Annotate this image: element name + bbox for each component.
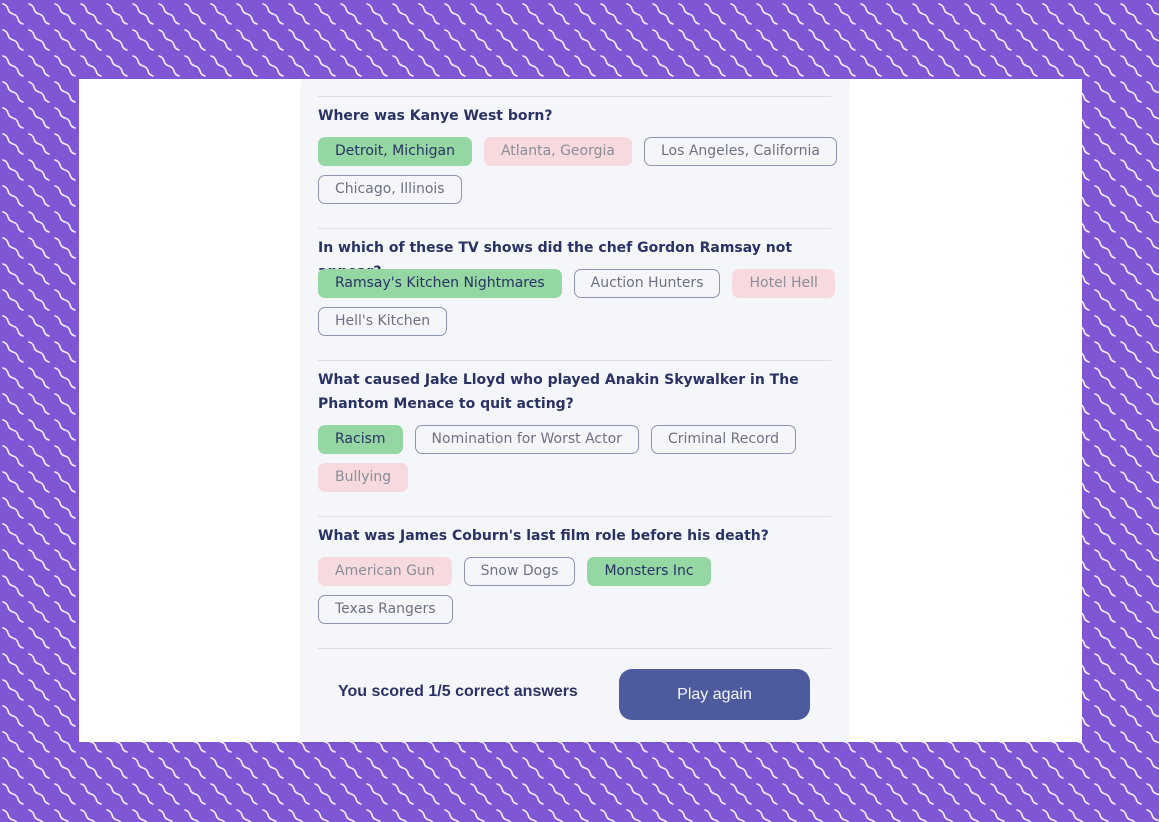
answers-q1: Detroit, Michigan Atlanta, Georgia Los A… [318, 137, 838, 204]
answer-option[interactable]: Chicago, Illinois [318, 175, 462, 204]
answer-option[interactable]: Los Angeles, California [643, 137, 837, 166]
answer-option[interactable]: Ramsay's Kitchen Nightmares [318, 269, 562, 298]
answer-option[interactable]: Nomination for Worst Actor [414, 425, 639, 454]
answer-option[interactable]: American Gun [318, 557, 452, 586]
screenshot-frame: Where was Kanye West born? Detroit, Mich… [79, 79, 1082, 742]
divider [318, 648, 831, 649]
answer-option[interactable]: Auction Hunters [573, 269, 721, 298]
answer-option[interactable]: Racism [318, 425, 403, 454]
answer-option[interactable]: Criminal Record [650, 425, 797, 454]
answer-option[interactable]: Hell's Kitchen [318, 307, 448, 336]
answers-q4: American Gun Snow Dogs Monsters Inc Texa… [318, 557, 838, 624]
answer-option[interactable]: Snow Dogs [463, 557, 576, 586]
quiz-card: Where was Kanye West born? Detroit, Mich… [302, 79, 848, 742]
answer-option[interactable]: Texas Rangers [318, 595, 453, 624]
answers-q2: Ramsay's Kitchen Nightmares Auction Hunt… [318, 269, 838, 336]
question-3: What caused Jake Lloyd who played Anakin… [318, 372, 799, 412]
play-again-button[interactable]: Play again [619, 669, 810, 720]
answer-option[interactable]: Monsters Inc [587, 557, 711, 586]
answer-option[interactable]: Detroit, Michigan [318, 137, 472, 166]
answer-option[interactable]: Atlanta, Georgia [483, 137, 632, 166]
answer-option[interactable]: Bullying [318, 463, 409, 492]
divider [318, 516, 831, 517]
answers-q3: Racism Nomination for Worst Actor Crimin… [318, 425, 838, 492]
score-text: You scored 1/5 correct answers [338, 683, 578, 700]
question-4: What was James Coburn's last film role b… [318, 528, 769, 544]
question-1: Where was Kanye West born? [318, 108, 553, 124]
answer-option[interactable]: Hotel Hell [732, 269, 835, 298]
divider [318, 360, 831, 361]
divider [318, 96, 831, 97]
divider [318, 228, 831, 229]
